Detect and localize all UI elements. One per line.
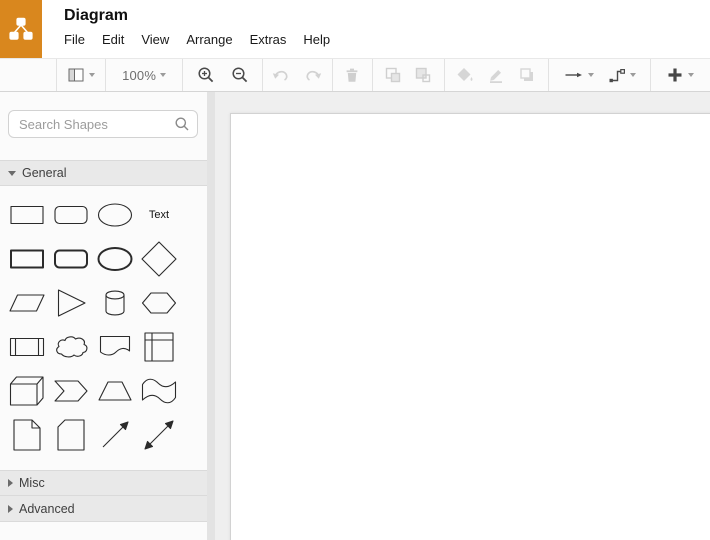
- shape-rounded-rectangle[interactable]: [49, 193, 93, 237]
- toolbar-group-history: [262, 59, 332, 91]
- trash-icon: [346, 68, 358, 82]
- page-view-icon: [68, 68, 84, 82]
- shape-text-label: Text: [148, 209, 170, 221]
- to-back-button[interactable]: [414, 66, 432, 84]
- to-back-icon: [416, 67, 431, 83]
- fill-color-icon: [457, 68, 473, 81]
- toolbar-group-zoomlevel: 100%: [104, 59, 183, 91]
- zoom-in-icon: [198, 67, 213, 83]
- shape-triangle[interactable]: [49, 281, 93, 325]
- connection-arrow-icon: [565, 72, 582, 78]
- shape-card[interactable]: [49, 413, 93, 457]
- toolbar-group-connection: [547, 59, 651, 91]
- connection-arrow-button[interactable]: [564, 66, 594, 84]
- line-color-button[interactable]: [487, 66, 505, 84]
- plus-icon: [668, 68, 682, 82]
- shape-step[interactable]: [49, 369, 93, 413]
- shape-ellipse-bold[interactable]: [93, 237, 137, 281]
- main-toolbar: 100%: [0, 58, 710, 92]
- toolbar-group-style: [444, 59, 548, 91]
- chevron-down-icon: [587, 73, 594, 77]
- chevron-down-icon: [629, 73, 636, 77]
- zoom-out-button[interactable]: [231, 66, 249, 84]
- line-color-icon: [490, 70, 503, 83]
- chevron-down-icon: [160, 73, 167, 77]
- redo-button[interactable]: [304, 66, 322, 84]
- menu-edit[interactable]: Edit: [102, 32, 124, 47]
- shape-rectangle[interactable]: [5, 193, 49, 237]
- shape-internal-storage[interactable]: [137, 325, 181, 369]
- shape-cylinder[interactable]: [93, 281, 137, 325]
- delete-button[interactable]: [343, 66, 361, 84]
- document-title: Diagram: [64, 7, 129, 24]
- menu-view[interactable]: View: [141, 32, 169, 47]
- menu-file[interactable]: File: [64, 32, 85, 47]
- menubar: File Edit View Arrange Extras Help: [64, 32, 330, 47]
- insert-button[interactable]: [666, 66, 695, 84]
- undo-icon: [273, 70, 288, 81]
- shape-rounded-rectangle-bold[interactable]: [49, 237, 93, 281]
- diagram-canvas[interactable]: [215, 92, 710, 540]
- drawing-page[interactable]: [230, 113, 710, 540]
- shape-trapezoid[interactable]: [93, 369, 137, 413]
- menu-help[interactable]: Help: [303, 32, 330, 47]
- shape-tape[interactable]: [137, 369, 181, 413]
- waypoints-button[interactable]: [608, 66, 636, 84]
- shape-diamond[interactable]: [137, 237, 181, 281]
- waypoints-icon: [609, 68, 625, 83]
- section-expanded-icon: [8, 170, 16, 176]
- section-header-general[interactable]: General: [0, 160, 207, 186]
- toolbar-group-delete: [331, 59, 372, 91]
- shape-palette: Text: [5, 193, 207, 457]
- shape-directional-arrow[interactable]: [93, 413, 137, 457]
- toolbar-group-view: [56, 59, 105, 91]
- toolbar-group-insert: [650, 59, 710, 91]
- zoom-in-button[interactable]: [197, 66, 215, 84]
- search-icon: [174, 116, 190, 137]
- sidebar-resize-divider[interactable]: [207, 92, 215, 540]
- chevron-down-icon: [88, 73, 95, 77]
- shape-note[interactable]: [5, 413, 49, 457]
- undo-button[interactable]: [272, 66, 290, 84]
- view-dropdown-button[interactable]: [67, 66, 95, 84]
- shape-text[interactable]: Text: [137, 193, 181, 237]
- section-collapsed-icon: [8, 479, 13, 487]
- toolbar-group-order: [371, 59, 445, 91]
- shape-cloud[interactable]: [49, 325, 93, 369]
- zoom-level-value: 100%: [122, 67, 157, 83]
- search-shapes-input[interactable]: [8, 110, 198, 138]
- shapes-sidebar: General Text Misc Advanced: [0, 92, 207, 540]
- to-front-icon: [386, 67, 401, 83]
- drawio-logo-icon: [0, 0, 42, 58]
- shadow-button[interactable]: [518, 66, 536, 84]
- section-collapsed-icon: [8, 504, 13, 513]
- app-header: Diagram File Edit View Arrange Extras He…: [0, 0, 710, 58]
- menu-extras[interactable]: Extras: [250, 32, 287, 47]
- zoom-out-icon: [232, 67, 247, 83]
- zoom-level-dropdown[interactable]: 100%: [122, 67, 167, 83]
- shape-cube[interactable]: [5, 369, 49, 413]
- shape-parallelogram[interactable]: [5, 281, 49, 325]
- redo-icon: [306, 70, 322, 81]
- fill-color-button[interactable]: [456, 66, 474, 84]
- section-header-misc[interactable]: Misc: [0, 470, 207, 496]
- shape-ellipse[interactable]: [93, 193, 137, 237]
- shape-rectangle-bold[interactable]: [5, 237, 49, 281]
- chevron-down-icon: [688, 73, 695, 77]
- section-header-advanced[interactable]: Advanced: [0, 496, 207, 522]
- toolbar-group-zoom: [182, 59, 262, 91]
- shape-process[interactable]: [5, 325, 49, 369]
- shape-bidirectional-arrow[interactable]: [137, 413, 181, 457]
- shadow-icon: [520, 68, 534, 81]
- menu-arrange[interactable]: Arrange: [186, 32, 232, 47]
- to-front-button[interactable]: [384, 66, 402, 84]
- shape-hexagon[interactable]: [137, 281, 181, 325]
- shape-document[interactable]: [93, 325, 137, 369]
